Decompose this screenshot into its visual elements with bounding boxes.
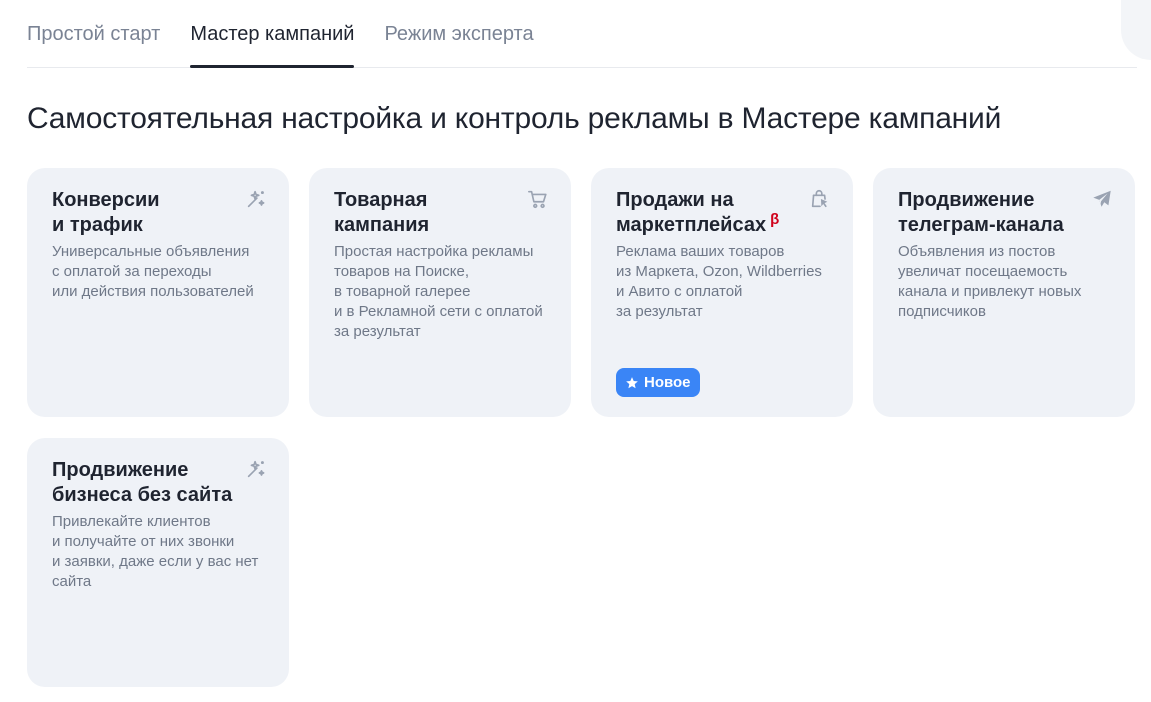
new-badge: Новое: [616, 368, 700, 397]
shopping-cart-icon: [527, 188, 549, 210]
card-conversions-traffic[interactable]: Конверсии и трафик Универсальные объявле…: [27, 168, 289, 417]
card-title: Конверсии и трафик: [52, 189, 160, 236]
card-business-without-site[interactable]: Продвижение бизнеса без сайта Привлекайт…: [27, 438, 289, 687]
card-title: Продвижение телеграм-канала: [898, 189, 1064, 236]
tab-expert-mode[interactable]: Режим эксперта: [384, 0, 533, 67]
paper-plane-icon: [1091, 188, 1113, 210]
card-description: Реклама ваших товаров из Маркета, Ozon, …: [616, 243, 822, 320]
card-title: Товарная кампания: [334, 189, 430, 236]
card-description: Объявления из постов увеличат посещаемос…: [898, 243, 1082, 320]
card-title: Продажи на маркетплейсах β: [616, 189, 780, 236]
tab-campaign-wizard[interactable]: Мастер кампаний: [190, 0, 355, 68]
card-title: Продвижение бизнеса без сайта: [52, 459, 233, 506]
star-icon: [626, 376, 638, 388]
card-product-campaign[interactable]: Товарная кампания Простая настройка рекл…: [309, 168, 571, 417]
card-description: Универсальные объявления с оплатой за пе…: [52, 243, 254, 300]
card-telegram-channel[interactable]: Продвижение телеграм-канала Объявления и…: [873, 168, 1135, 417]
beta-mark: β: [770, 211, 780, 228]
tab-simple-start[interactable]: Простой старт: [27, 0, 160, 67]
page-title: Самостоятельная настройка и контроль рек…: [27, 102, 1002, 135]
mode-tabs: Простой старт Мастер кампаний Режим эксп…: [27, 0, 1137, 68]
magic-wand-icon: [245, 188, 267, 210]
magic-wand-icon: [245, 458, 267, 480]
badge-label: Новое: [644, 374, 691, 391]
card-description: Простая настройка рекламы товаров на Пои…: [334, 243, 543, 340]
card-description: Привлекайте клиентов и получайте от них …: [52, 513, 259, 590]
campaign-cards: Конверсии и трафик Универсальные объявле…: [27, 168, 1137, 687]
shopping-bag-cursor-icon: [809, 188, 831, 210]
card-marketplace-sales[interactable]: Продажи на маркетплейсах β Реклама ваших …: [591, 168, 853, 417]
